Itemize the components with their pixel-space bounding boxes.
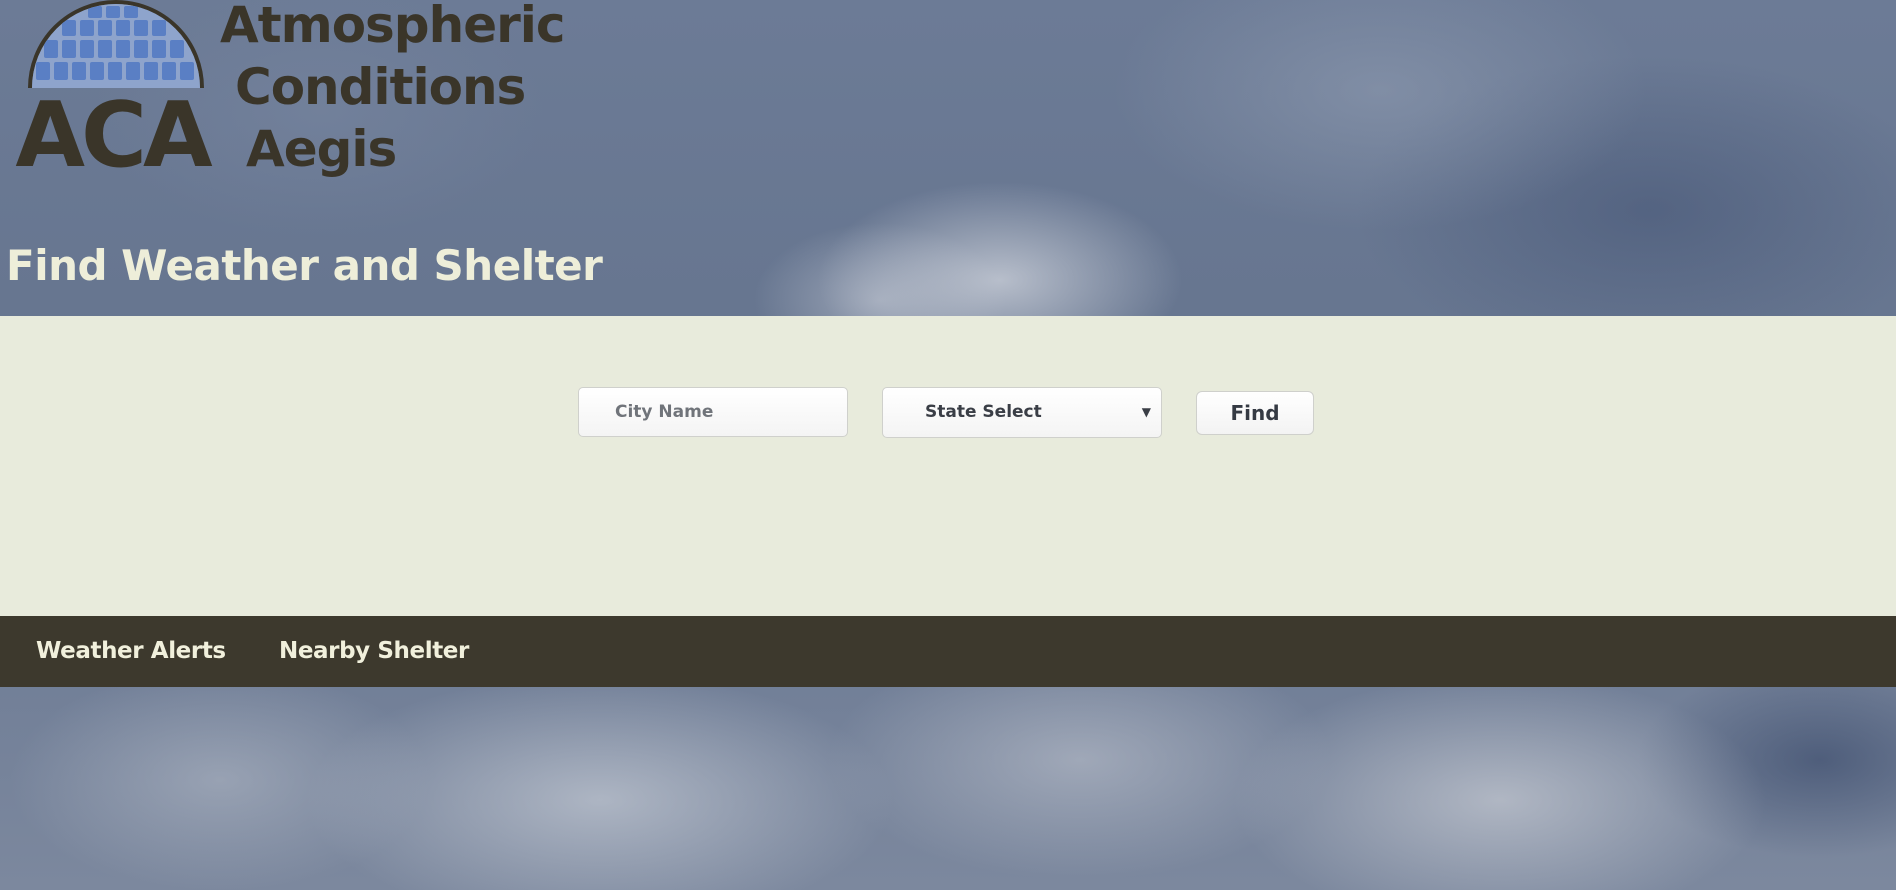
state-select-value: State Select: [925, 402, 1042, 422]
city-name-input[interactable]: [578, 387, 848, 437]
chevron-down-icon: ▼: [1141, 405, 1151, 419]
page-title: Find Weather and Shelter: [6, 241, 603, 290]
brand-name-line-3: Aegis: [246, 120, 397, 178]
svg-text:ACA: ACA: [15, 83, 213, 175]
brand-name-line-1: Atmospheric: [220, 0, 566, 54]
find-button[interactable]: Find: [1196, 391, 1314, 435]
search-panel: State Select ▼ Find: [0, 316, 1896, 616]
page: ACA Atmospheric Conditions Aegis Find We…: [0, 0, 1896, 890]
nav-nearby-shelter[interactable]: Nearby Shelter: [279, 636, 469, 666]
bottom-nav: Weather Alerts Nearby Shelter: [0, 616, 1896, 687]
aca-logo[interactable]: ACA Atmospheric Conditions Aegis: [6, 0, 566, 190]
logo-letters: ACA: [15, 83, 217, 175]
brand-name-line-2: Conditions: [235, 58, 526, 116]
nav-weather-alerts[interactable]: Weather Alerts: [36, 636, 226, 666]
state-select-dropdown[interactable]: State Select ▼: [882, 387, 1162, 438]
